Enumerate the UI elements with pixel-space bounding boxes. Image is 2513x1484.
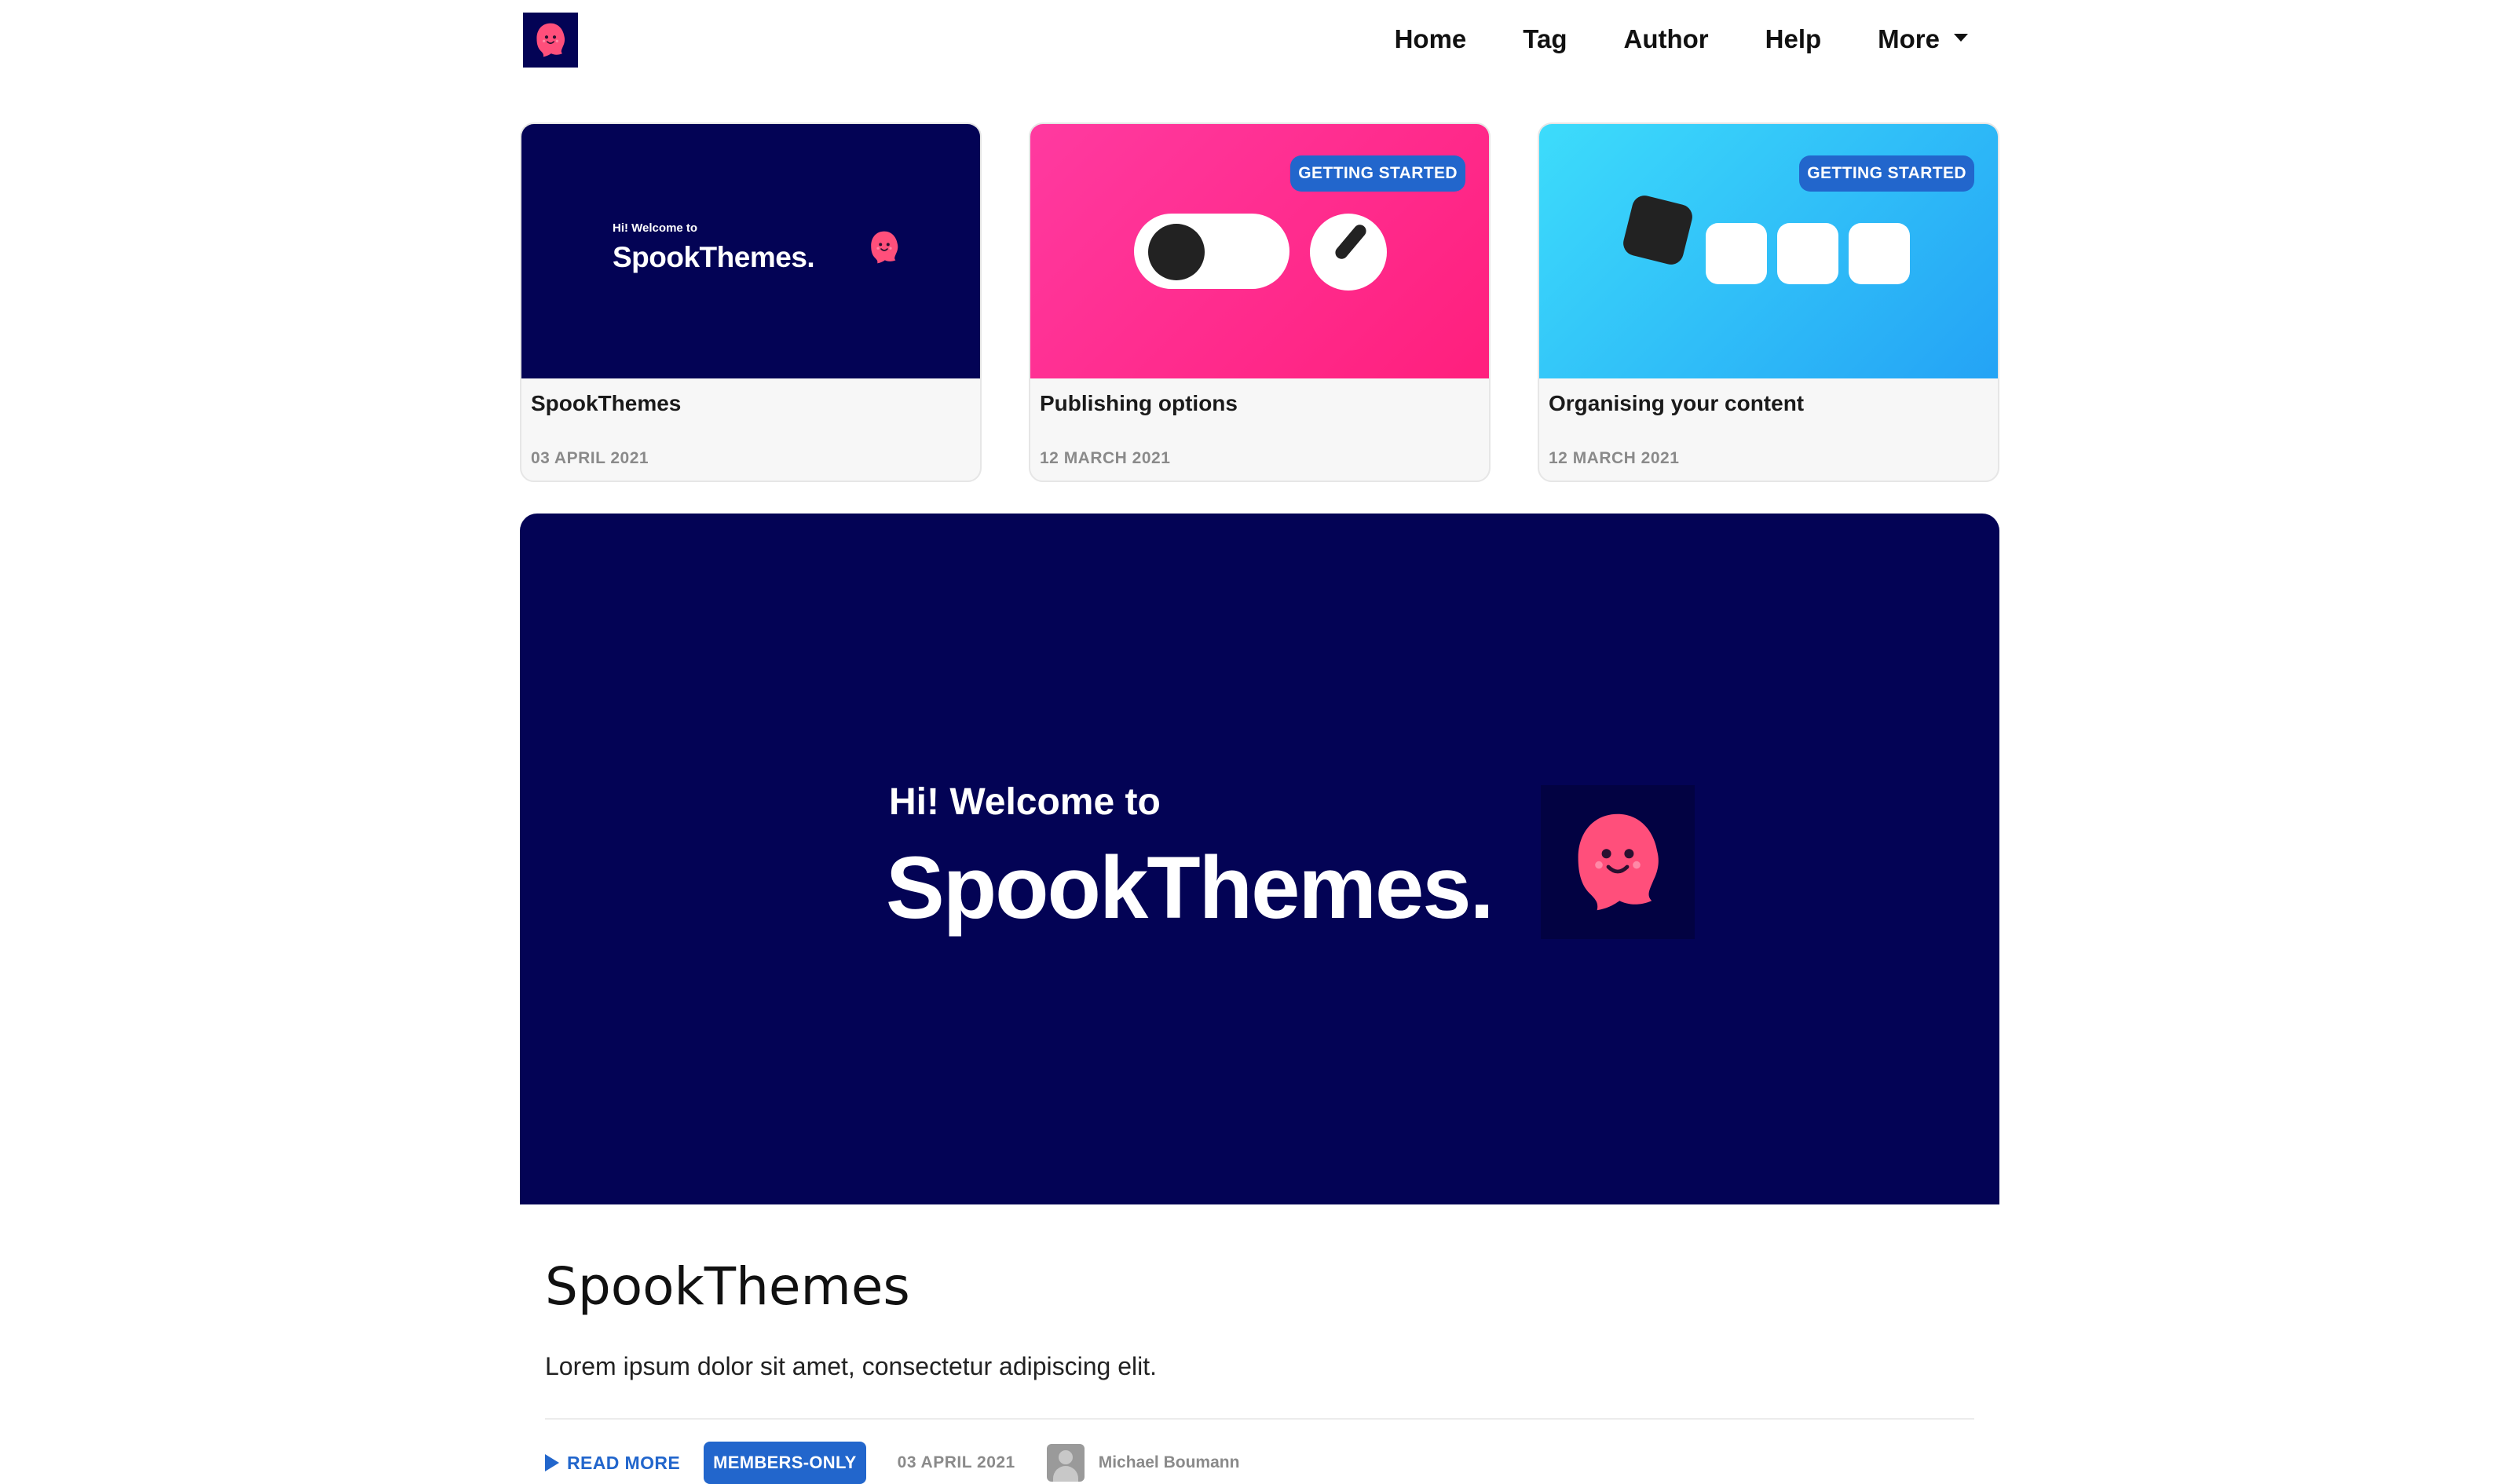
- nav-item-help[interactable]: Help: [1765, 17, 1822, 61]
- divider: [545, 1418, 1974, 1420]
- read-more-label: READ MORE: [567, 1452, 681, 1473]
- post-cards: Hi! Welcome to SpookThemes. SpookThemes …: [520, 122, 1999, 482]
- ghost-icon: [869, 229, 900, 265]
- post-card[interactable]: GETTING STARTED Organising your content …: [1538, 122, 1999, 482]
- caret-down-icon: [1954, 34, 1968, 42]
- card-date: 12 MARCH 2021: [1040, 449, 1171, 467]
- nav-item-more[interactable]: More: [1878, 17, 1968, 61]
- card-date: 03 APRIL 2021: [531, 449, 649, 467]
- card-title[interactable]: SpookThemes: [531, 391, 681, 416]
- nav-item-tag[interactable]: Tag: [1523, 17, 1567, 61]
- white-block-illustration: [1706, 223, 1767, 284]
- toggle-knob: [1148, 224, 1205, 280]
- ghost-icon: [534, 22, 567, 58]
- card-title[interactable]: Publishing options: [1040, 391, 1238, 416]
- nav-item-label: Help: [1765, 24, 1822, 53]
- nav-item-label: Home: [1394, 24, 1467, 53]
- post-meta: READ MORE MEMBERS-ONLY 03 APRIL 2021 Mic…: [545, 1442, 1239, 1484]
- post-date: 03 APRIL 2021: [897, 1453, 1015, 1471]
- tag-badge[interactable]: GETTING STARTED: [1799, 155, 1974, 192]
- members-only-badge[interactable]: MEMBERS-ONLY: [704, 1442, 866, 1484]
- ghost-icon: [1571, 810, 1665, 914]
- post-card[interactable]: GETTING STARTED Publishing options 12 MA…: [1029, 122, 1491, 482]
- nav-item-label: Tag: [1523, 24, 1567, 53]
- featured-image[interactable]: Hi! Welcome to SpookThemes.: [520, 514, 1999, 1204]
- featured-ghost-box: [1541, 785, 1695, 939]
- read-more-link[interactable]: READ MORE: [545, 1453, 680, 1474]
- post-card[interactable]: Hi! Welcome to SpookThemes. SpookThemes …: [520, 122, 982, 482]
- card-image: GETTING STARTED: [1539, 124, 1998, 378]
- nav-item-author[interactable]: Author: [1624, 17, 1709, 61]
- card-title[interactable]: Organising your content: [1549, 391, 1804, 416]
- card-image: Hi! Welcome to SpookThemes.: [521, 124, 980, 378]
- card-image-welcome: Hi! Welcome to SpookThemes.: [613, 221, 815, 274]
- dial-illustration: [1310, 214, 1387, 291]
- nav-item-home[interactable]: Home: [1395, 17, 1467, 61]
- card-image-brand: SpookThemes.: [613, 241, 815, 273]
- dark-block-illustration: [1620, 192, 1695, 268]
- white-block-illustration: [1777, 223, 1838, 284]
- play-icon: [545, 1454, 559, 1471]
- card-date: 12 MARCH 2021: [1549, 449, 1680, 467]
- tag-badge[interactable]: GETTING STARTED: [1290, 155, 1465, 192]
- author-name[interactable]: Michael Boumann: [1099, 1453, 1240, 1472]
- card-image-hi: Hi! Welcome to: [613, 221, 698, 235]
- nav-item-label: Author: [1623, 24, 1709, 53]
- post-title[interactable]: SpookThemes: [545, 1256, 910, 1317]
- main-nav: Home Tag Author Help More: [1395, 17, 1968, 61]
- site-header: Home Tag Author Help More: [0, 0, 2513, 86]
- featured-image-hi: Hi! Welcome to: [889, 781, 1161, 823]
- featured-image-brand: SpookThemes.: [886, 839, 1494, 937]
- toggle-illustration: [1134, 214, 1289, 289]
- post-excerpt: Lorem ipsum dolor sit amet, consectetur …: [545, 1352, 1158, 1380]
- site-logo[interactable]: [523, 13, 578, 68]
- card-image: GETTING STARTED: [1030, 124, 1489, 378]
- white-block-illustration: [1849, 223, 1910, 284]
- nav-item-label: More: [1878, 24, 1940, 53]
- dial-needle: [1333, 221, 1369, 262]
- author-avatar[interactable]: [1046, 1444, 1085, 1482]
